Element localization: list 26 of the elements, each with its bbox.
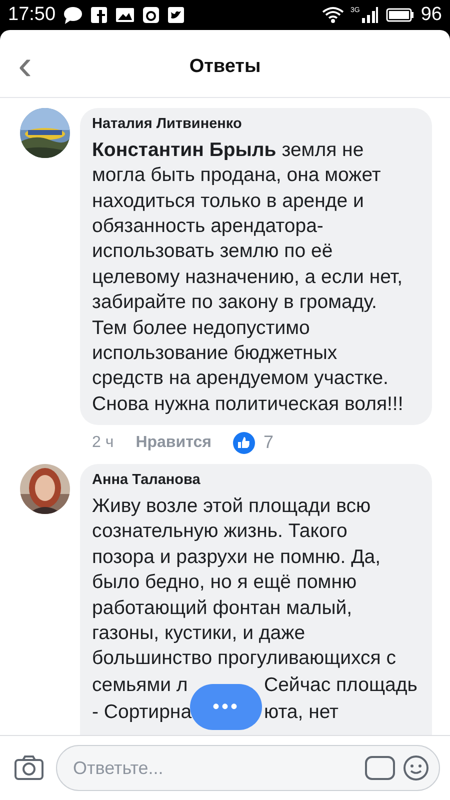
battery-level: 96 xyxy=(420,2,442,27)
image-icon xyxy=(114,6,135,24)
reply-field[interactable]: Ответьте... xyxy=(56,745,440,791)
page-title: Ответы xyxy=(189,56,261,78)
text-fragment: - Сортирна xyxy=(92,700,192,723)
battery-icon xyxy=(386,7,414,23)
like-link[interactable]: Нравится xyxy=(136,430,212,455)
bird-icon xyxy=(166,6,185,24)
camera-icon xyxy=(142,6,160,24)
emoji-icon xyxy=(403,755,429,781)
text-fragment: юта, нет xyxy=(264,700,338,723)
comment-text: Константин Брыль земля не могла быть продана, она может находиться только в аренде и обязанность арендатора- использовать землю по её целевому назначению, а если нет, забирайте по закону в громаду. Тем более недопустимо использование бюджетных средств на арендуемом участке. Снова нужна политическая воля!!! xyxy=(92,138,404,417)
wifi-icon xyxy=(322,6,344,24)
text-fragment: Сейчас площадь xyxy=(264,674,418,696)
camera-icon xyxy=(14,755,44,781)
text-fragment: семьями л xyxy=(92,674,188,696)
signal-icon xyxy=(360,6,379,24)
like-count: 7 xyxy=(263,431,274,454)
reply-input[interactable]: Ответьте... xyxy=(71,754,357,782)
clock: 17:50 xyxy=(8,2,56,27)
back-button[interactable]: ‹ xyxy=(0,44,32,92)
author-name[interactable]: Анна Таланова xyxy=(92,470,422,492)
comment-time: 2 ч xyxy=(92,432,114,453)
chat-icon xyxy=(62,6,83,24)
thumbs-up-icon xyxy=(233,432,256,454)
author-name[interactable]: Наталия Литвиненко xyxy=(92,114,422,136)
